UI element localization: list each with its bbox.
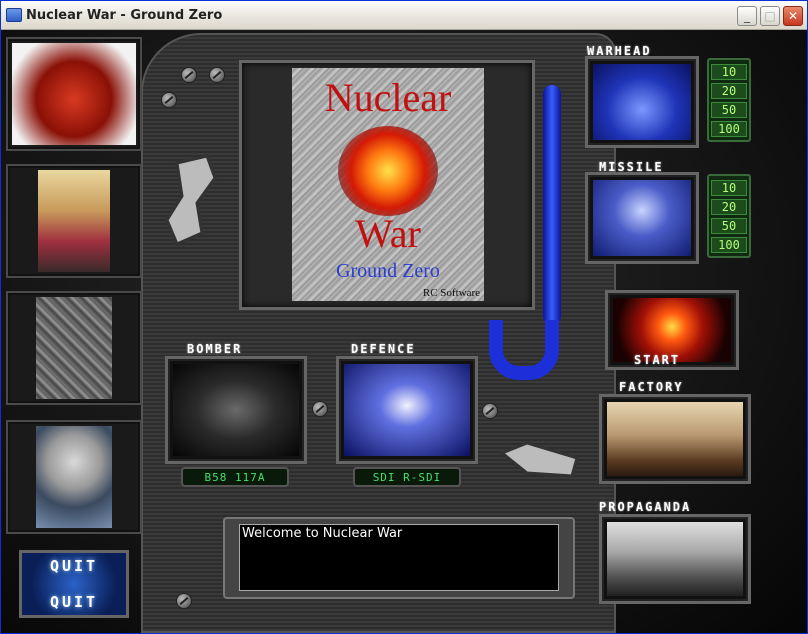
game-window: Nuclear War - Ground Zero _ □ ✕ QUIT QUI… — [0, 0, 808, 634]
defence-readout: SDI R-SDI — [353, 467, 461, 487]
start-label: START — [634, 353, 681, 367]
propaganda-button[interactable] — [599, 514, 751, 604]
warhead-qty-10[interactable]: 10 — [711, 63, 747, 80]
defence-label: DEFENCE — [351, 342, 416, 356]
leader-portrait-4[interactable] — [6, 420, 142, 534]
leader-portrait-1[interactable] — [6, 37, 142, 151]
stalin-icon — [36, 426, 112, 528]
missile-button[interactable] — [585, 172, 699, 264]
warhead-qty-50[interactable]: 50 — [711, 101, 747, 118]
radar-dish-icon — [344, 364, 470, 456]
demon-leader-icon — [12, 43, 136, 145]
cover-title-line2: War — [355, 211, 421, 256]
bolt-handle-icon — [165, 154, 217, 246]
blue-cable — [543, 85, 561, 325]
leader-portrait-3[interactable] — [6, 291, 142, 405]
screw-icon — [181, 67, 197, 83]
screw-icon — [482, 403, 498, 419]
app-icon — [6, 8, 22, 22]
screw-icon — [161, 92, 177, 108]
missile-qty-10[interactable]: 10 — [711, 179, 747, 196]
propaganda-icon — [607, 522, 743, 596]
blue-cable-bend — [489, 320, 559, 380]
arab-leader-icon — [38, 170, 110, 272]
bomber-readout: B58 117A — [181, 467, 289, 487]
quit-button[interactable]: QUIT QUIT — [19, 550, 129, 618]
warhead-qty-100[interactable]: 100 — [711, 120, 747, 137]
quit-label-bottom: QUIT — [49, 593, 99, 611]
warhead-qty-20[interactable]: 20 — [711, 82, 747, 99]
screw-icon — [176, 593, 192, 609]
cover-subtitle: Ground Zero — [336, 260, 440, 282]
missile-qty-50[interactable]: 50 — [711, 217, 747, 234]
message-box: Welcome to Nuclear War — [223, 517, 575, 599]
bomber-label: BOMBER — [187, 342, 243, 356]
missile-qty-20[interactable]: 20 — [711, 198, 747, 215]
bomber-button[interactable] — [165, 356, 307, 464]
warhead-quantity-pad: 10 20 50 100 — [707, 58, 751, 142]
game-area: QUIT QUIT Nuclear War Ground Zero RC Sof… — [1, 30, 807, 633]
stealth-bomber-icon — [173, 364, 299, 456]
rubble-icon — [36, 297, 112, 399]
leader-portrait-2[interactable] — [6, 164, 142, 278]
cover-publisher: RC Software — [422, 287, 480, 299]
screw-icon — [209, 67, 225, 83]
cover-title-line1: Nuclear — [324, 75, 452, 120]
window-title: Nuclear War - Ground Zero — [26, 8, 223, 23]
title-bar[interactable]: Nuclear War - Ground Zero _ □ ✕ — [1, 1, 807, 30]
factory-icon — [607, 402, 743, 476]
missile-quantity-pad: 10 20 50 100 — [707, 174, 751, 258]
warhead-icon — [593, 64, 691, 140]
screw-icon — [312, 401, 328, 417]
propaganda-label: PROPAGANDA — [599, 500, 692, 514]
message-text: Welcome to Nuclear War — [239, 524, 559, 591]
factory-button[interactable] — [599, 394, 751, 484]
missile-qty-100[interactable]: 100 — [711, 236, 747, 253]
defence-button[interactable] — [336, 356, 478, 464]
close-button[interactable]: ✕ — [783, 6, 803, 26]
mushroom-cloud-icon — [338, 126, 438, 216]
game-cover-frame: Nuclear War Ground Zero RC Software — [239, 60, 535, 310]
start-button[interactable]: START — [605, 290, 739, 370]
game-cover-art: Nuclear War Ground Zero RC Software — [292, 68, 484, 301]
bolt-handle-icon — [499, 441, 579, 478]
minimize-button[interactable]: _ — [737, 6, 757, 26]
maximize-button[interactable]: □ — [760, 6, 780, 26]
warhead-button[interactable] — [585, 56, 699, 148]
missile-icon — [593, 180, 691, 256]
factory-label: FACTORY — [619, 380, 684, 394]
quit-label-top: QUIT — [49, 557, 99, 575]
